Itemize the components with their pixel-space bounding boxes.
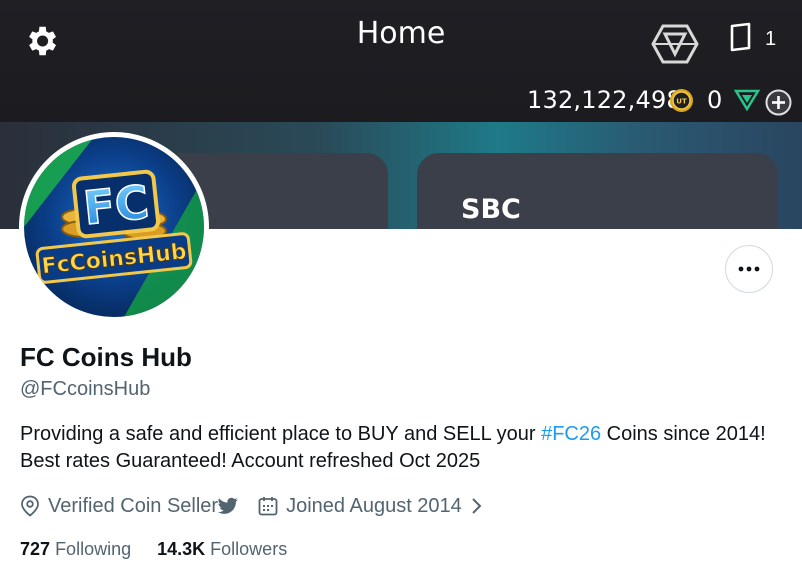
bio-text-start: Providing a safe and efficient place to …	[20, 423, 542, 445]
location-pin-icon	[21, 495, 39, 517]
logo-text-top: FC	[81, 175, 151, 236]
following-label: Following	[55, 539, 132, 559]
pack-icon	[730, 22, 751, 52]
chevron-right-icon[interactable]	[470, 497, 482, 515]
coin-icon: UT	[670, 89, 693, 112]
avatar-logo: FC FcCoinsHub	[24, 137, 204, 317]
user-handle: @FCcoinsHub	[20, 378, 151, 400]
fccoinshub-logo: FC FcCoinsHub	[24, 137, 204, 317]
banner-tile-sbc: SBC	[417, 153, 778, 229]
pack-count: 1	[765, 28, 777, 50]
sbc-tile-label: SBC	[461, 194, 521, 225]
points-balance: 0	[707, 86, 723, 114]
bio-hashtag-link[interactable]: #FC26	[541, 423, 601, 445]
avatar[interactable]: FC FcCoinsHub	[19, 132, 209, 322]
follow-stats: 727 Following 14.3K Followers	[20, 539, 287, 560]
followers-label: Followers	[210, 539, 288, 559]
profile-bio: Providing a safe and efficient place to …	[20, 421, 790, 475]
display-name: FC Coins Hub	[20, 342, 192, 372]
followers-count: 14.3K	[157, 539, 206, 559]
following-link[interactable]: 727 Following	[20, 539, 131, 560]
fc-points-icon	[734, 89, 760, 111]
more-dots-icon	[738, 266, 760, 272]
coin-balance: 132,122,498	[527, 86, 682, 114]
calendar-icon	[258, 497, 278, 516]
add-points-icon[interactable]	[765, 89, 792, 116]
bird-icon	[218, 497, 238, 514]
followers-link[interactable]: 14.3K Followers	[157, 539, 287, 560]
more-options-button[interactable]	[725, 245, 773, 293]
coin-badge-text: UT	[676, 98, 687, 106]
location-text: Verified Coin Seller	[48, 494, 219, 517]
following-count: 727	[20, 539, 51, 559]
profile-meta: Verified Coin Seller Joined August 2014	[20, 493, 482, 519]
rank-hexagon-icon	[651, 24, 699, 64]
joined-date: Joined August 2014	[286, 494, 462, 517]
